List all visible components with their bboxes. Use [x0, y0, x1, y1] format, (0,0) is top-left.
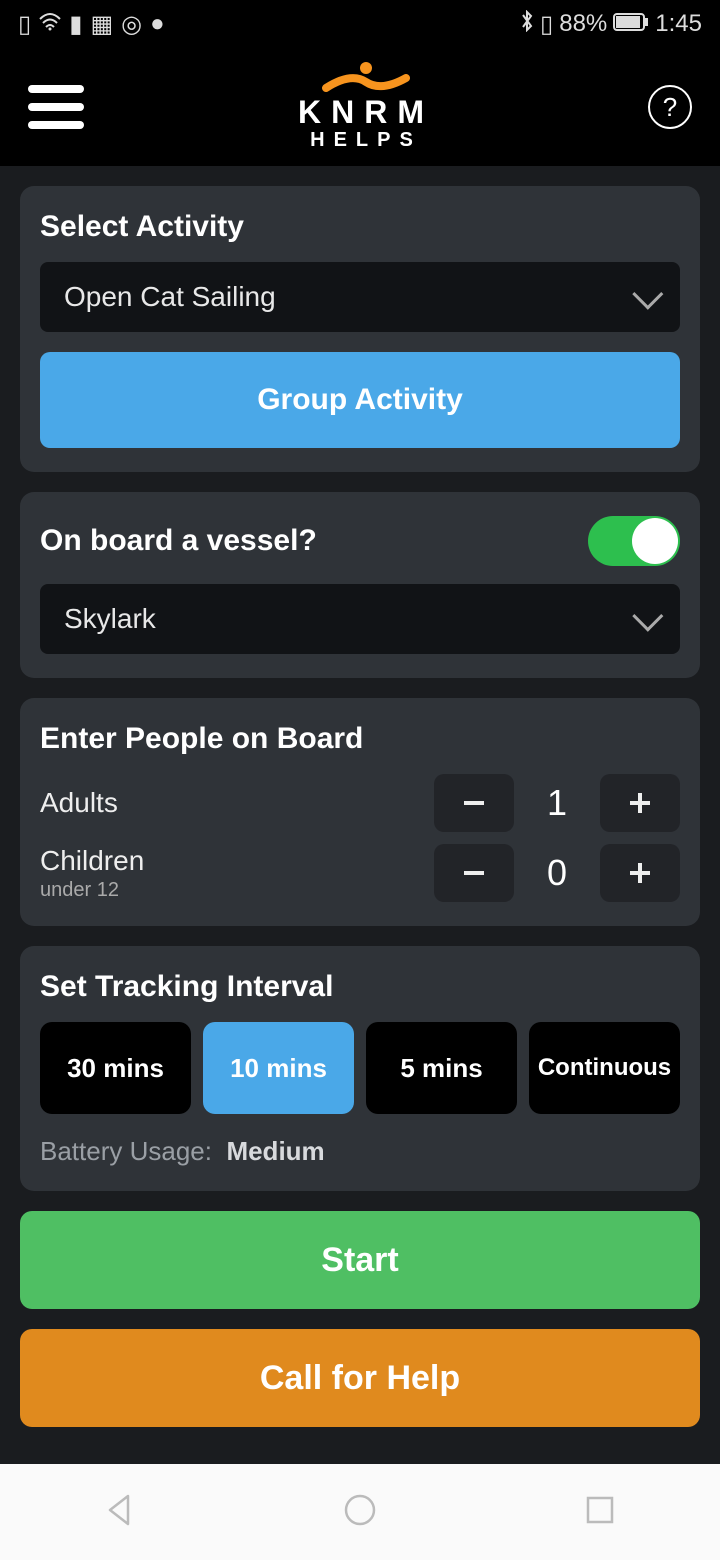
home-button[interactable]: [342, 1492, 378, 1533]
group-activity-button[interactable]: Group Activity: [40, 352, 680, 448]
children-sublabel: under 12: [40, 879, 144, 902]
back-icon: [102, 1492, 138, 1528]
battery-icon: [613, 10, 649, 38]
recent-apps-button[interactable]: [582, 1492, 618, 1533]
plus-icon: [626, 789, 654, 817]
people-card: Enter People on Board Adults 1 Children …: [20, 698, 700, 926]
adults-decrement-button[interactable]: [434, 774, 514, 832]
vessel-select[interactable]: Skylark: [40, 584, 680, 654]
battery-usage-row: Battery Usage: Medium: [40, 1136, 680, 1167]
children-label: Children: [40, 845, 144, 877]
vessel-selected-value: Skylark: [64, 603, 156, 635]
status-right: ▯ 88% 1:45: [520, 10, 702, 39]
minus-icon: [460, 859, 488, 887]
menu-button[interactable]: [28, 85, 84, 129]
group-activity-label: Group Activity: [257, 383, 463, 417]
vessel-toggle[interactable]: [588, 516, 680, 566]
adults-count: 1: [532, 782, 582, 824]
activity-select[interactable]: Open Cat Sailing: [40, 262, 680, 332]
interval-continuous[interactable]: Continuous: [529, 1022, 680, 1114]
interval-30mins[interactable]: 30 mins: [40, 1022, 191, 1114]
question-icon: ?: [663, 92, 677, 123]
children-count: 0: [532, 852, 582, 894]
chevron-down-icon: [632, 279, 663, 310]
home-icon: [342, 1492, 378, 1528]
clock: 1:45: [655, 10, 702, 38]
vessel-question: On board a vessel?: [40, 524, 317, 558]
status-bar: ▯ ▮ ▦ ◎ ● ▯ 88% 1:45: [0, 0, 720, 48]
vibrate-icon: ▯: [540, 10, 553, 39]
call-help-button[interactable]: Call for Help: [20, 1329, 700, 1427]
battery-alert-icon: ▮: [69, 10, 82, 39]
activity-card: Select Activity Open Cat Sailing Group A…: [20, 186, 700, 472]
children-increment-button[interactable]: [600, 844, 680, 902]
activity-title: Select Activity: [40, 210, 680, 244]
activity-selected-value: Open Cat Sailing: [64, 281, 276, 313]
start-button[interactable]: Start: [20, 1211, 700, 1309]
logo-wave-icon: [298, 62, 434, 92]
call-help-label: Call for Help: [260, 1359, 460, 1398]
interval-10mins[interactable]: 10 mins: [203, 1022, 354, 1114]
minus-icon: [460, 789, 488, 817]
battery-percentage: 88%: [559, 10, 607, 38]
bluetooth-icon: [520, 10, 534, 39]
help-button[interactable]: ?: [648, 85, 692, 129]
sim-alert-icon: ▯: [18, 10, 31, 39]
people-title: Enter People on Board: [40, 722, 680, 756]
android-nav-bar: [0, 1464, 720, 1560]
error-icon: ●: [150, 10, 165, 38]
children-decrement-button[interactable]: [434, 844, 514, 902]
logo-subtitle: HELPS: [298, 128, 434, 152]
wifi-icon: [39, 10, 61, 38]
battery-usage-value: Medium: [226, 1136, 324, 1166]
back-button[interactable]: [102, 1492, 138, 1533]
vessel-card: On board a vessel? Skylark: [20, 492, 700, 678]
start-label: Start: [321, 1241, 398, 1280]
interval-5mins[interactable]: 5 mins: [366, 1022, 517, 1114]
status-left: ▯ ▮ ▦ ◎ ●: [18, 10, 165, 39]
plus-icon: [626, 859, 654, 887]
logo-brand: KNRM: [298, 96, 434, 128]
adults-increment-button[interactable]: [600, 774, 680, 832]
battery-usage-label: Battery Usage:: [40, 1136, 212, 1166]
tracking-card: Set Tracking Interval 30 mins 10 mins 5 …: [20, 946, 700, 1191]
app-icon: ◎: [121, 10, 142, 39]
tracking-title: Set Tracking Interval: [40, 970, 680, 1004]
app-header: KNRM HELPS ?: [0, 48, 720, 166]
app-logo: KNRM HELPS: [298, 62, 434, 152]
toggle-knob: [632, 518, 678, 564]
calendar-icon: ▦: [90, 10, 113, 39]
square-icon: [582, 1492, 618, 1528]
chevron-down-icon: [632, 601, 663, 632]
adults-label: Adults: [40, 787, 118, 819]
